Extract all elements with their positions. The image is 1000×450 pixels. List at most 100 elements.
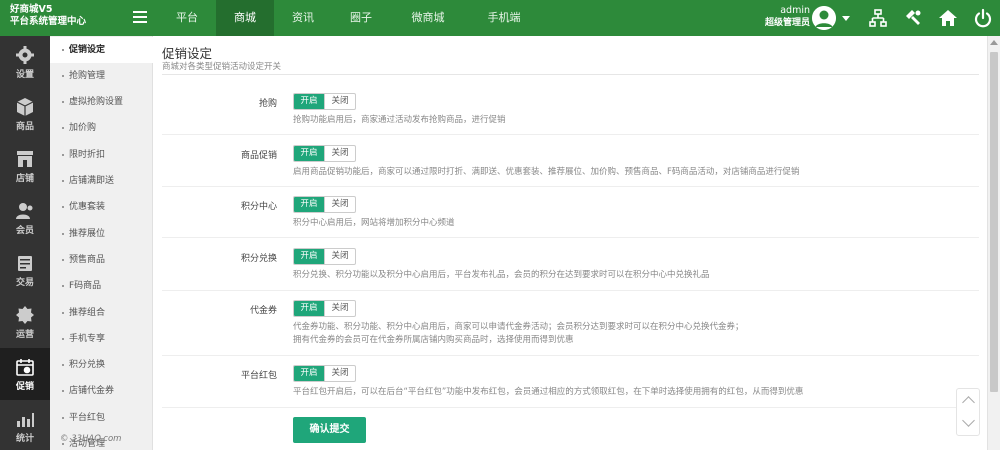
setting-label: 商品促销: [240, 151, 277, 161]
submenu-item[interactable]: 优惠套装: [50, 194, 153, 220]
rail-label: 商品: [15, 122, 34, 132]
page-description: 商城对各类型促销活动设定开关: [162, 62, 282, 72]
submenu-label: 预售商品: [69, 255, 106, 265]
sitemap-icon[interactable]: [868, 8, 888, 28]
rail-item-goods[interactable]: 商品: [0, 88, 50, 140]
toggle-on[interactable]: 开启: [294, 197, 324, 212]
setting-label: 平台红包: [240, 371, 277, 381]
rail-item-statistics[interactable]: 统计: [0, 400, 50, 450]
home-icon[interactable]: [938, 8, 958, 28]
nav-mobile[interactable]: 手机端: [466, 0, 542, 36]
setting-toggle[interactable]: 开启 关闭: [293, 93, 356, 110]
brand-name: 好商城V5: [10, 4, 53, 15]
rail-item-promotion[interactable]: 促销: [0, 348, 50, 400]
setting-hint: 抢购功能启用后，商家通过活动发布抢购商品，进行促销: [293, 115, 506, 125]
submenu-label: F码商品: [69, 281, 102, 291]
setting-row: 平台红包 开启 关闭 平台红包开启后，可以在后台“平台红包”功能中发布红包，会员…: [162, 365, 979, 408]
submenu-item[interactable]: 推荐展位: [50, 221, 153, 247]
toggle-off[interactable]: 关闭: [324, 249, 355, 264]
gear-icon: [16, 46, 34, 64]
rail-item-store[interactable]: 店铺: [0, 140, 50, 192]
brand: 好商城V5 平台系统管理中心: [10, 4, 86, 28]
setting-row: 抢购 开启 关闭 抢购功能启用后，商家通过活动发布抢购商品，进行促销: [162, 93, 979, 135]
user-avatar-icon[interactable]: [812, 6, 836, 30]
submenu-item[interactable]: 预售商品: [50, 247, 153, 273]
rail-item-trade[interactable]: 交易: [0, 244, 50, 296]
submit-button[interactable]: 确认提交: [293, 417, 366, 443]
submenu-item[interactable]: F码商品: [50, 273, 153, 299]
setting-row: 商品促销 开启 关闭 启用商品促销功能后，商家可以通过限时打折、满即送、优惠套装…: [162, 145, 979, 187]
user-info[interactable]: admin 超级管理员: [742, 5, 810, 29]
back-to-top-icon[interactable]: [962, 396, 975, 409]
toggle-on[interactable]: 开启: [294, 146, 324, 161]
setting-row: 积分中心 开启 关闭 积分中心启用后，网站将增加积分中心频道: [162, 196, 979, 238]
scrollbar[interactable]: [987, 36, 1000, 450]
rail-label: 运营: [15, 330, 34, 340]
store-icon: [17, 151, 33, 167]
submenu-label: 平台红包: [69, 413, 106, 423]
tools-icon[interactable]: [903, 8, 923, 28]
setting-toggle[interactable]: 开启 关闭: [293, 196, 356, 213]
watermark: © 33HAO.com: [60, 434, 122, 444]
setting-hint: 平台红包开启后，可以在后台“平台红包”功能中发布红包，会员通过相应的方式领取红包…: [293, 387, 804, 397]
menu-icon[interactable]: [133, 11, 147, 23]
submenu-label: 促销设定: [69, 45, 106, 55]
submenu-label: 积分兑换: [69, 360, 106, 370]
submenu-item[interactable]: 促销设定: [50, 37, 153, 63]
toggle-off[interactable]: 关闭: [324, 94, 355, 109]
top-nav: 平台 商城 资讯 圈子 微商城 手机端: [158, 0, 542, 36]
calendar-icon: [16, 359, 34, 376]
nav-micro-mall[interactable]: 微商城: [390, 0, 466, 36]
submenu-item[interactable]: 限时折扣: [50, 142, 153, 168]
setting-row: 积分兑换 开启 关闭 积分兑换、积分功能以及积分中心启用后，平台发布礼品，会员的…: [162, 248, 979, 291]
submenu-item[interactable]: 店铺满即送: [50, 168, 153, 194]
toggle-off[interactable]: 关闭: [324, 146, 355, 161]
submenu-item[interactable]: 抢购管理: [50, 63, 153, 89]
toggle-on[interactable]: 开启: [294, 301, 324, 316]
submenu-item[interactable]: 手机专享: [50, 326, 153, 352]
chart-icon: [17, 413, 34, 427]
submenu-label: 抢购管理: [69, 71, 106, 81]
nav-news[interactable]: 资讯: [274, 0, 332, 36]
scroll-up-icon[interactable]: [990, 40, 998, 45]
nav-circle[interactable]: 圈子: [332, 0, 390, 36]
submenu-item[interactable]: 推荐组合: [50, 300, 153, 326]
toggle-on[interactable]: 开启: [294, 366, 324, 381]
toggle-on[interactable]: 开启: [294, 94, 324, 109]
setting-hint: 代金券功能、积分功能、积分中心启用后，商家可以申请代金券活动；会员积分达到要求时…: [293, 322, 744, 332]
toggle-off[interactable]: 关闭: [324, 197, 355, 212]
toggle-off[interactable]: 关闭: [324, 301, 355, 316]
setting-toggle[interactable]: 开启 关闭: [293, 248, 356, 265]
submenu-item[interactable]: 平台红包: [50, 405, 153, 431]
nav-platform[interactable]: 平台: [158, 0, 216, 36]
setting-hint: 积分兑换、积分功能以及积分中心启用后，平台发布礼品，会员的积分在达到要求时可以在…: [293, 270, 710, 280]
box-icon: [16, 98, 34, 116]
setting-toggle[interactable]: 开启 关闭: [293, 365, 356, 382]
toggle-off[interactable]: 关闭: [324, 366, 355, 381]
chevron-down-icon[interactable]: [842, 16, 850, 21]
submenu-item[interactable]: 店铺代金券: [50, 378, 153, 404]
setting-label: 代金券: [249, 306, 277, 316]
scrollbar-thumb[interactable]: [990, 52, 998, 392]
setting-label: 积分兑换: [240, 254, 277, 264]
submenu-label: 推荐组合: [69, 308, 106, 318]
submenu-item[interactable]: 虚拟抢购设置: [50, 89, 153, 115]
setting-hint: 积分中心启用后，网站将增加积分中心频道: [293, 218, 455, 228]
rail-item-operation[interactable]: 运营: [0, 296, 50, 348]
submenu-label: 店铺代金券: [69, 386, 115, 396]
rail-item-members[interactable]: 会员: [0, 192, 50, 244]
nav-mall[interactable]: 商城: [216, 0, 274, 36]
go-to-bottom-icon[interactable]: [962, 414, 975, 427]
rail-item-settings[interactable]: 设置: [0, 36, 50, 88]
rail-label: 交易: [15, 278, 34, 288]
power-icon[interactable]: [973, 8, 993, 28]
submenu-label: 店铺满即送: [69, 176, 115, 186]
submenu-label: 加价购: [69, 123, 97, 133]
setting-toggle[interactable]: 开启 关闭: [293, 300, 356, 317]
setting-toggle[interactable]: 开启 关闭: [293, 145, 356, 162]
toggle-on[interactable]: 开启: [294, 249, 324, 264]
submenu-item[interactable]: 加价购: [50, 115, 153, 141]
cart-icon: [18, 256, 32, 271]
submenu-item[interactable]: 积分兑换: [50, 352, 153, 378]
users-icon: [16, 203, 33, 219]
